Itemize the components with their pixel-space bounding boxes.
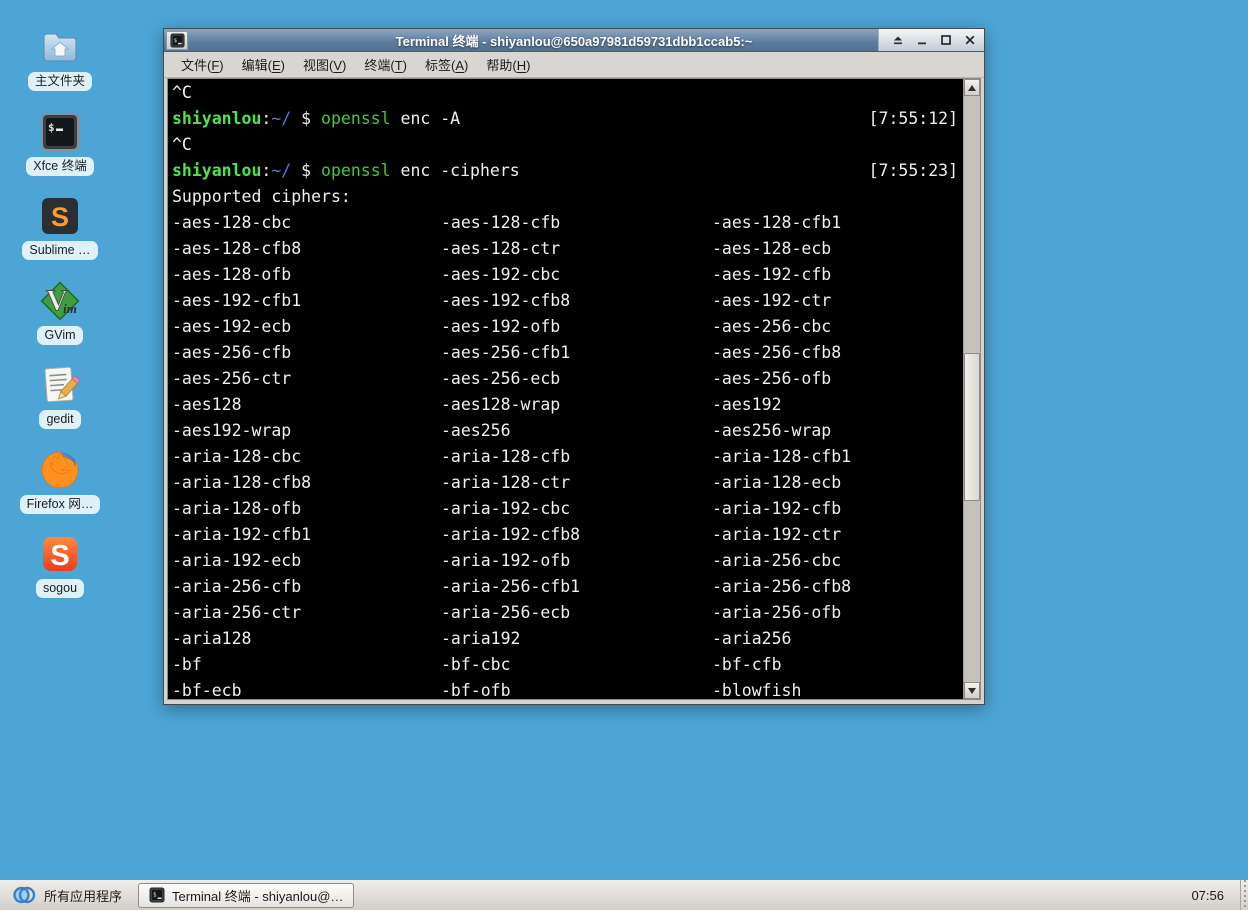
cipher-row: -aes-128-cbc -aes-128-cfb -aes-128-cfb1 xyxy=(172,213,842,232)
cipher-row: -aria128 -aria192 -aria256 xyxy=(172,629,792,648)
cipher-row: -aria-128-ofb -aria-192-cbc -aria-192-cfb xyxy=(172,499,842,518)
svg-text:$: $ xyxy=(48,121,55,134)
cipher-row: -aria-192-ecb -aria-192-ofb -aria-256-cbc xyxy=(172,551,842,570)
gedit-icon xyxy=(37,362,83,408)
terminal-prompt-line: shiyanlou: ~/ $ openssl enc -ciphers [7:55… xyxy=(172,161,958,180)
titlebar[interactable]: $ Terminal 终端 - shiyanlou@650a97981d5973… xyxy=(164,29,984,52)
menu-item-tabs[interactable]: 标签(A) xyxy=(416,51,477,78)
terminal-screen[interactable]: ^C shiyanlou: ~/ $ openssl enc -A [7:55:12]… xyxy=(168,79,963,699)
svg-text:im: im xyxy=(63,301,77,316)
terminal-prompt-line: shiyanlou: ~/ $ openssl enc -A [7:55:12] xyxy=(172,109,958,128)
desktop-icon-label: sogou xyxy=(35,579,85,598)
desktop-icon-label: GVim xyxy=(37,325,83,345)
panel-handle[interactable] xyxy=(1240,880,1248,910)
arrow-down-icon xyxy=(968,687,976,694)
menu-bar: 文件(F) 编辑(E) 视图(V) 终端(T) 标签(A) 帮助(H) xyxy=(164,52,984,78)
maximize-icon xyxy=(940,35,951,45)
menu-item-edit[interactable]: 编辑(E) xyxy=(233,51,294,78)
close-button[interactable] xyxy=(963,34,976,46)
gvim-icon: Vim xyxy=(37,278,83,324)
cipher-row: -aes-128-cfb8 -aes-128-ctr -aes-128-ecb xyxy=(172,239,832,258)
desktop-icon-sogou[interactable]: Ssogou xyxy=(14,531,106,616)
firefox-icon xyxy=(37,447,83,493)
launcher-circles-icon xyxy=(13,886,36,904)
svg-text:S: S xyxy=(50,540,69,572)
desktop-icon-column: 主文件夹 $ Xfce 终端 S Sublime … Vim GVim gedit Firefo… xyxy=(14,24,106,616)
scrollbar-thumb[interactable] xyxy=(964,353,980,501)
sogou-icon: S xyxy=(37,531,83,577)
desktop-icon-label: 主文件夹 xyxy=(27,72,92,91)
desktop-icon-label: Xfce 终端 xyxy=(26,156,94,176)
desktop-icon-label: Firefox 网… xyxy=(19,494,101,514)
desktop-icon-sublime[interactable]: S Sublime … xyxy=(14,193,106,278)
cipher-row: -aria-256-ctr -aria-256-ecb -aria-256-ofb xyxy=(172,603,842,622)
cipher-row: -aes192-wrap -aes256 -aes256-wrap xyxy=(172,421,832,440)
minimize-icon xyxy=(917,42,926,45)
cipher-row: -aes-192-ecb -aes-192-ofb -aes-256-cbc xyxy=(172,317,832,336)
cipher-row: -aria-128-cfb8 -aria-128-ctr -aria-128-ecb xyxy=(172,473,842,492)
all-applications-label: 所有应用程序 xyxy=(44,888,123,904)
cipher-row: -aes-256-cfb -aes-256-cfb1 -aes-256-cfb8 xyxy=(172,343,842,362)
window-controls xyxy=(878,29,984,51)
all-applications-button[interactable]: 所有应用程序 xyxy=(0,880,138,910)
cipher-row: -aes-128-ofb -aes-192-cbc -aes-192-cfb xyxy=(172,265,832,284)
terminal-icon: $ xyxy=(149,887,165,903)
menu-item-help[interactable]: 帮助(H) xyxy=(477,51,539,78)
cipher-row: -aes-192-cfb1 -aes-192-cfb8 -aes-192-ctr xyxy=(172,291,832,310)
close-icon xyxy=(965,35,974,45)
cipher-row: -aes-256-ctr -aes-256-ecb -aes-256-ofb xyxy=(172,369,832,388)
maximize-button[interactable] xyxy=(939,34,952,46)
minimize-button[interactable] xyxy=(915,34,928,46)
terminal-output-line: ^C xyxy=(172,83,192,102)
menu-item-view[interactable]: 视图(V) xyxy=(294,51,355,78)
desktop-icon-label: gedit xyxy=(39,410,81,429)
terminal-scrollbar[interactable] xyxy=(963,79,980,699)
cipher-row: -aria-128-cbc -aria-128-cfb -aria-128-cfb1 xyxy=(172,447,852,466)
scroll-down-button[interactable] xyxy=(964,682,980,699)
window-menu-button[interactable]: $ xyxy=(166,30,188,50)
window-frame: ^C shiyanlou: ~/ $ openssl enc -A [7:55:12]… xyxy=(164,78,984,704)
svg-text:S: S xyxy=(51,202,69,232)
desktop-icon-xfce-terminal[interactable]: $ Xfce 终端 xyxy=(14,109,106,194)
terminal-output-line: ^C xyxy=(172,135,192,154)
cipher-row: -bf -bf-cbc -bf-cfb xyxy=(172,655,782,674)
home-folder-icon xyxy=(37,24,83,70)
shade-button[interactable] xyxy=(891,34,904,46)
terminal-window: $ Terminal 终端 - shiyanlou@650a97981d5973… xyxy=(163,28,985,705)
desktop-icon-label: Sublime … xyxy=(22,241,98,260)
menu-item-terminal[interactable]: 终端(T) xyxy=(355,51,416,78)
cipher-row: -aes128 -aes128-wrap -aes192 xyxy=(172,395,782,414)
shade-icon xyxy=(893,36,902,45)
taskbar-window-label: Terminal 终端 - shiyanlou@… xyxy=(172,888,344,904)
desktop-icon-firefox[interactable]: Firefox 网… xyxy=(14,447,106,532)
cipher-row: -bf-ecb -bf-ofb -blowfish xyxy=(172,681,802,699)
cipher-row: -aria-256-cfb -aria-256-cfb1 -aria-256-cfb… xyxy=(172,577,852,596)
scroll-up-button[interactable] xyxy=(964,79,980,96)
desktop-icon-gedit[interactable]: gedit xyxy=(14,362,106,447)
cipher-row: -aria-192-cfb1 -aria-192-cfb8 -aria-192-ct… xyxy=(172,525,842,544)
taskbar-window-button[interactable]: $ Terminal 终端 - shiyanlou@… xyxy=(138,882,355,908)
arrow-up-icon xyxy=(968,84,976,91)
taskbar: 所有应用程序 $ Terminal 终端 - shiyanlou@… 07:56 xyxy=(0,879,1248,910)
xfce-terminal-icon: $ xyxy=(37,109,83,155)
terminal-output-line: Supported ciphers: xyxy=(172,187,351,206)
window-title: Terminal 终端 - shiyanlou@650a97981d59731d… xyxy=(395,33,753,49)
svg-text:$: $ xyxy=(153,892,157,899)
terminal-icon: $ xyxy=(169,32,185,48)
clock: 07:56 xyxy=(1191,887,1224,903)
desktop-icon-gvim[interactable]: Vim GVim xyxy=(14,278,106,363)
desktop-icon-home-folder[interactable]: 主文件夹 xyxy=(14,24,106,109)
sublime-icon: S xyxy=(37,193,83,239)
menu-item-file[interactable]: 文件(F) xyxy=(172,51,233,78)
